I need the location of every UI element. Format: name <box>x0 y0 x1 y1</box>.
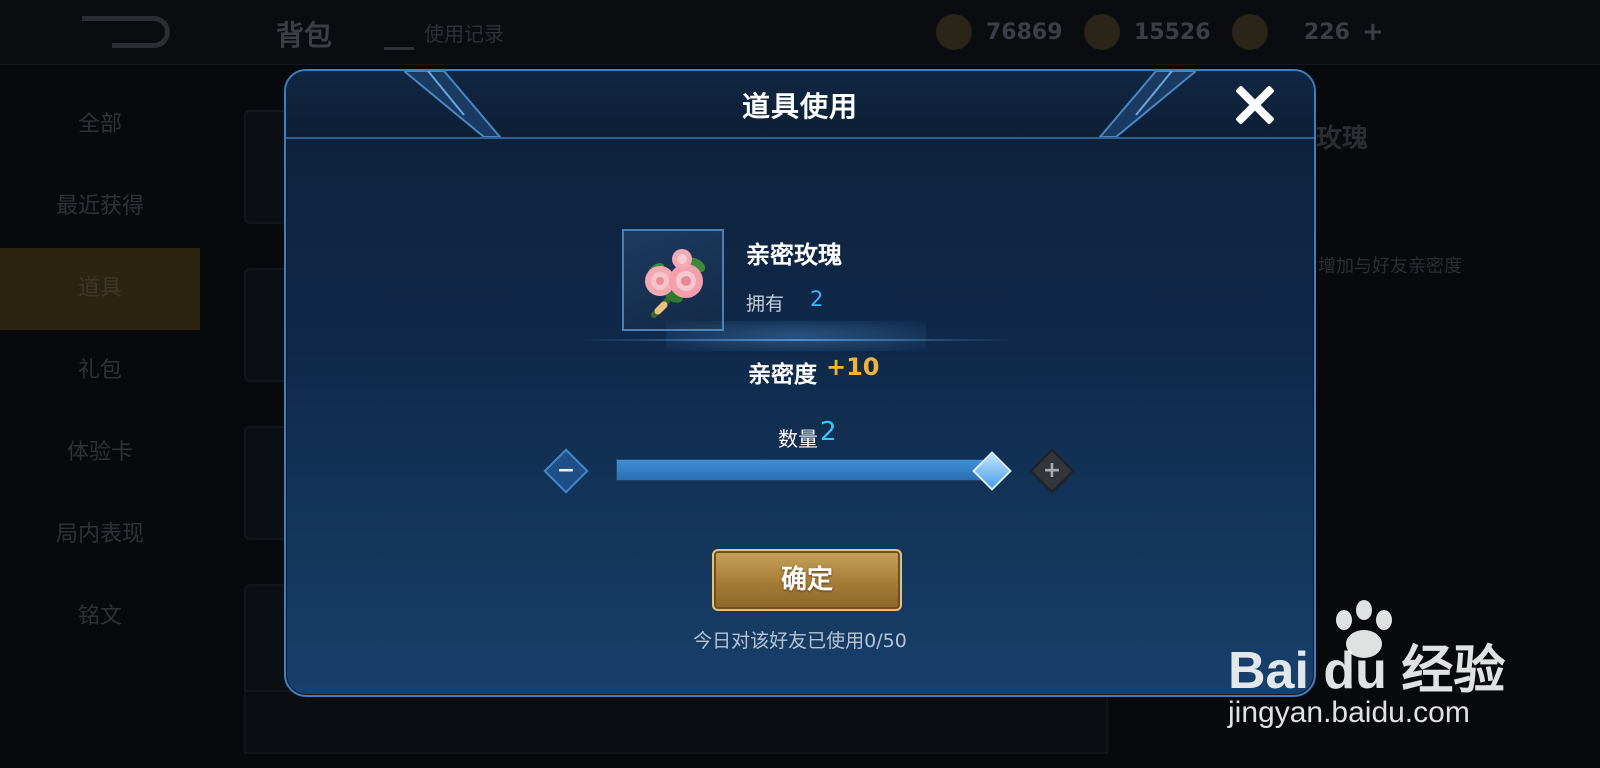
watermark-url: jingyan.baidu.com <box>1228 696 1470 729</box>
sidebar-item-gifts[interactable]: 礼包 <box>0 330 200 412</box>
pen-icon <box>384 21 414 50</box>
sidebar: 全部 最近获得 道具 礼包 体验卡 局内表现 铭文 <box>0 64 200 768</box>
watermark-logo: Bai du 经验 <box>1228 642 1506 700</box>
back-icon[interactable] <box>82 16 170 48</box>
item-slot <box>622 229 724 331</box>
detail-desc: 增加与好友亲密度 <box>1318 256 1462 277</box>
usage-record-link[interactable]: 使用记录 <box>384 18 504 50</box>
item-use-dialog: 道具使用 亲密玫瑰 拥有 2 亲密度 +10 数量 2 − + 确定 今日对该好… <box>284 69 1316 697</box>
quantity-value: 2 <box>820 417 837 447</box>
gold-coin-icon <box>936 14 972 50</box>
usage-record-label: 使用记录 <box>424 22 504 46</box>
gem-icon <box>1084 14 1120 50</box>
rose-bouquet-icon <box>645 249 706 318</box>
daily-usage-note: 今日对该好友已使用0/50 <box>693 630 907 652</box>
page-title: 背包 <box>276 19 333 52</box>
baidu-watermark: Bai du 经验 jingyan.baidu.com <box>1228 598 1528 738</box>
quantity-slider-fill <box>617 460 993 480</box>
ticket-icon <box>1232 14 1268 50</box>
dialog-title: 道具使用 <box>741 90 858 123</box>
item-name: 亲密玫瑰 <box>746 241 842 269</box>
intimacy-label: 亲密度 <box>748 362 817 388</box>
close-icon[interactable] <box>1232 83 1276 127</box>
quantity-slider[interactable] <box>616 459 993 481</box>
divider <box>576 339 1016 341</box>
sidebar-item-ingame[interactable]: 局内表现 <box>0 494 200 576</box>
dialog-header: 道具使用 <box>286 71 1314 139</box>
add-ticket-icon[interactable]: + <box>1362 17 1384 47</box>
divider-glow <box>666 321 926 351</box>
confirm-button[interactable]: 确定 <box>712 549 902 611</box>
sidebar-item-props[interactable]: 道具 <box>0 248 200 330</box>
owned-count: 2 <box>810 287 824 311</box>
increase-button[interactable]: + <box>1029 448 1075 494</box>
quantity-slider-thumb[interactable] <box>972 451 1012 491</box>
sidebar-item-all[interactable]: 全部 <box>0 84 200 166</box>
sidebar-item-recent[interactable]: 最近获得 <box>0 166 200 248</box>
sidebar-item-trial-cards[interactable]: 体验卡 <box>0 412 200 494</box>
intimacy-value: +10 <box>826 353 880 381</box>
sidebar-item-inscriptions[interactable]: 铭文 <box>0 576 200 658</box>
detail-title: 玫瑰 <box>1316 124 1369 154</box>
owned-label: 拥有 <box>746 293 785 315</box>
ticket-resource: 226 + <box>1232 12 1384 52</box>
bottom-slot-row <box>244 690 1108 754</box>
gem-value: 15526 <box>1134 19 1211 45</box>
minus-icon: − <box>556 458 576 483</box>
gem-resource: 15526 <box>1084 12 1211 52</box>
plus-icon: + <box>1042 458 1062 483</box>
gold-resource: 76869 <box>936 12 1063 52</box>
top-bar: 背包 使用记录 76869 15526 226 + <box>0 0 1600 65</box>
decrease-button[interactable]: − <box>543 448 589 494</box>
ticket-value: 226 <box>1304 19 1350 45</box>
quantity-label: 数量 <box>778 427 818 451</box>
gold-value: 76869 <box>986 19 1063 45</box>
